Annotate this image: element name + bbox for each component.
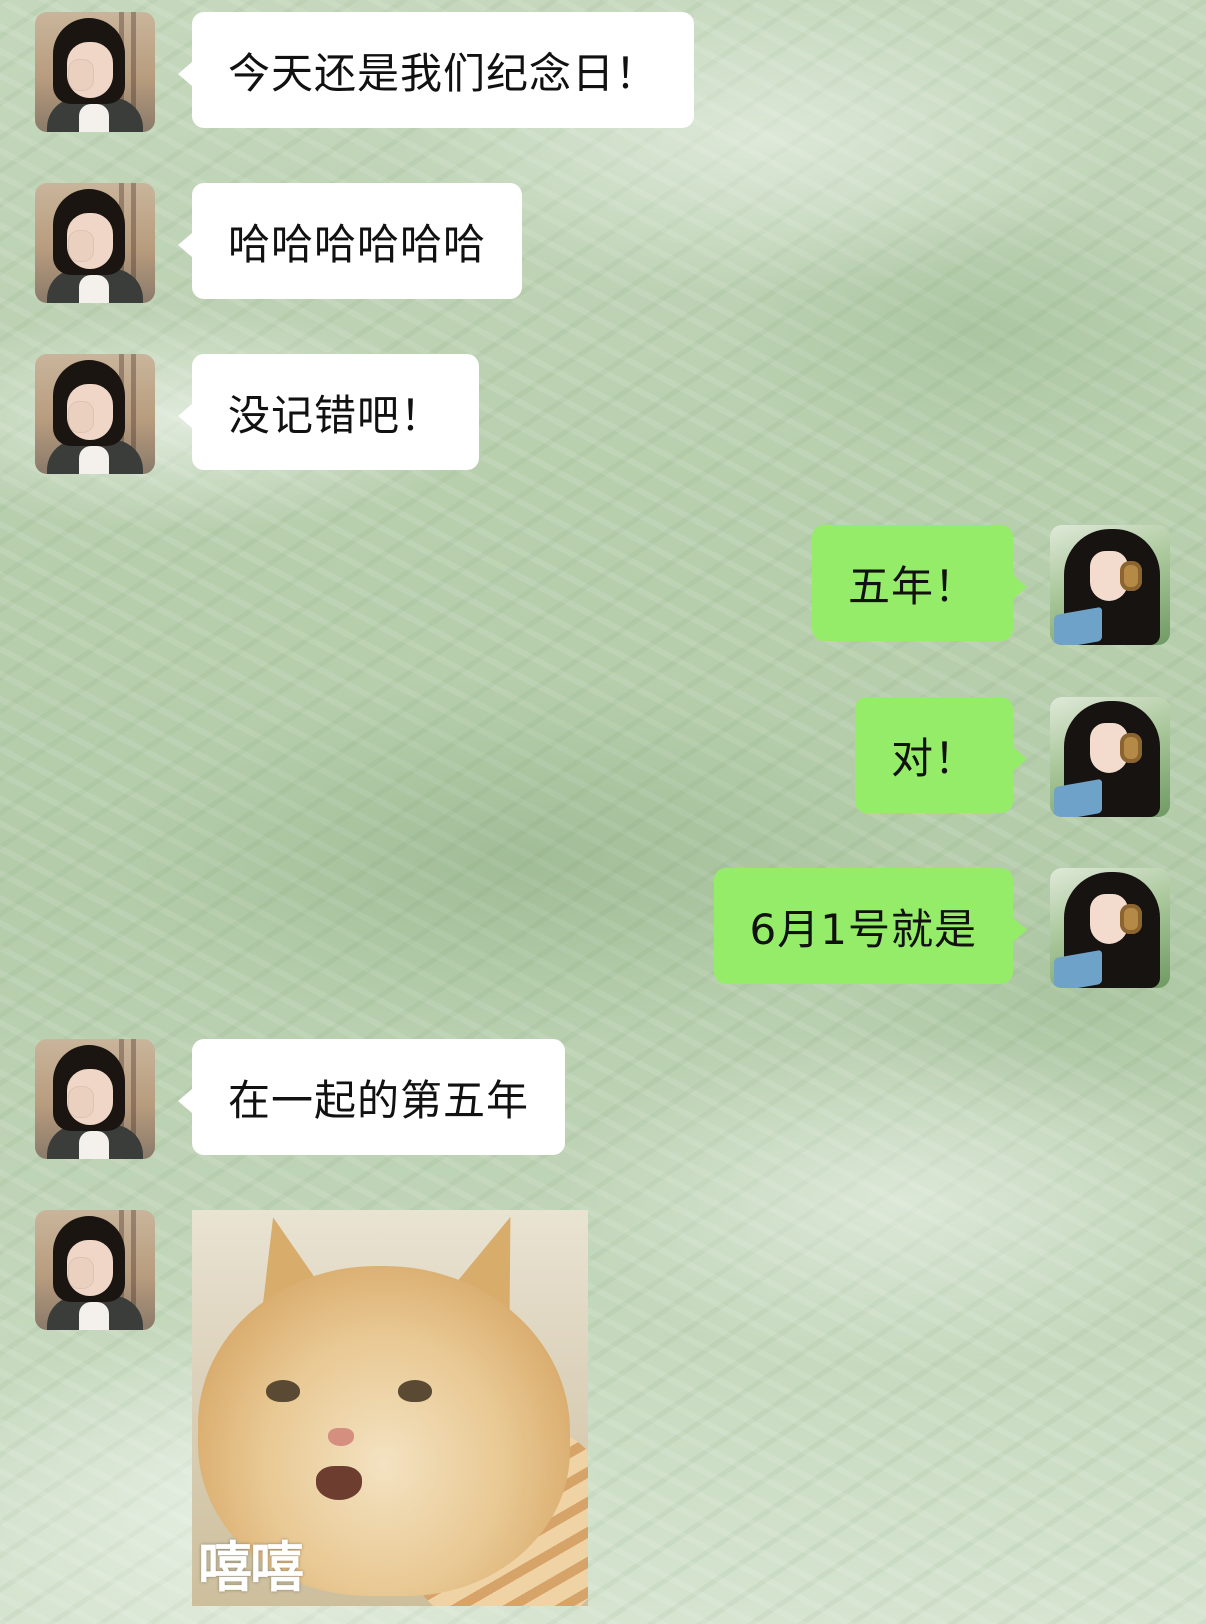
outgoing-message-bubble[interactable]: 对！ xyxy=(854,697,1028,813)
incoming-message-bubble[interactable]: 没记错吧！ xyxy=(177,354,480,470)
contact-avatar[interactable] xyxy=(35,12,155,132)
message-text: 哈哈哈哈哈哈 xyxy=(228,219,487,269)
cat-mouth xyxy=(316,1466,362,1500)
outgoing-message-bubble[interactable]: 五年！ xyxy=(811,525,1028,641)
contact-avatar[interactable] xyxy=(35,1039,155,1159)
message-text: 在一起的第五年 xyxy=(228,1075,530,1125)
contact-avatar[interactable] xyxy=(35,183,155,303)
my-avatar[interactable] xyxy=(1050,697,1170,817)
cat-eye xyxy=(398,1380,432,1402)
contact-avatar[interactable] xyxy=(35,1210,155,1330)
sticker-caption: 嘻嘻 xyxy=(198,1536,304,1599)
message-text: 对！ xyxy=(890,733,977,783)
cat-sticker[interactable]: 嘻嘻 xyxy=(192,1210,588,1606)
message-text: 没记错吧！ xyxy=(228,390,444,440)
incoming-message-bubble[interactable]: 哈哈哈哈哈哈 xyxy=(177,183,523,299)
incoming-message-bubble[interactable]: 今天还是我们纪念日！ xyxy=(177,12,695,128)
message-text: 6月1号就是 xyxy=(749,904,977,954)
incoming-message-bubble[interactable]: 在一起的第五年 xyxy=(177,1039,566,1155)
outgoing-message-bubble[interactable]: 6月1号就是 xyxy=(713,868,1028,984)
message-text: 今天还是我们纪念日！ xyxy=(228,48,659,98)
contact-avatar[interactable] xyxy=(35,354,155,474)
my-avatar[interactable] xyxy=(1050,868,1170,988)
message-text: 五年！ xyxy=(847,561,977,611)
cat-nose xyxy=(328,1428,354,1446)
cat-eye xyxy=(266,1380,300,1402)
my-avatar[interactable] xyxy=(1050,525,1170,645)
